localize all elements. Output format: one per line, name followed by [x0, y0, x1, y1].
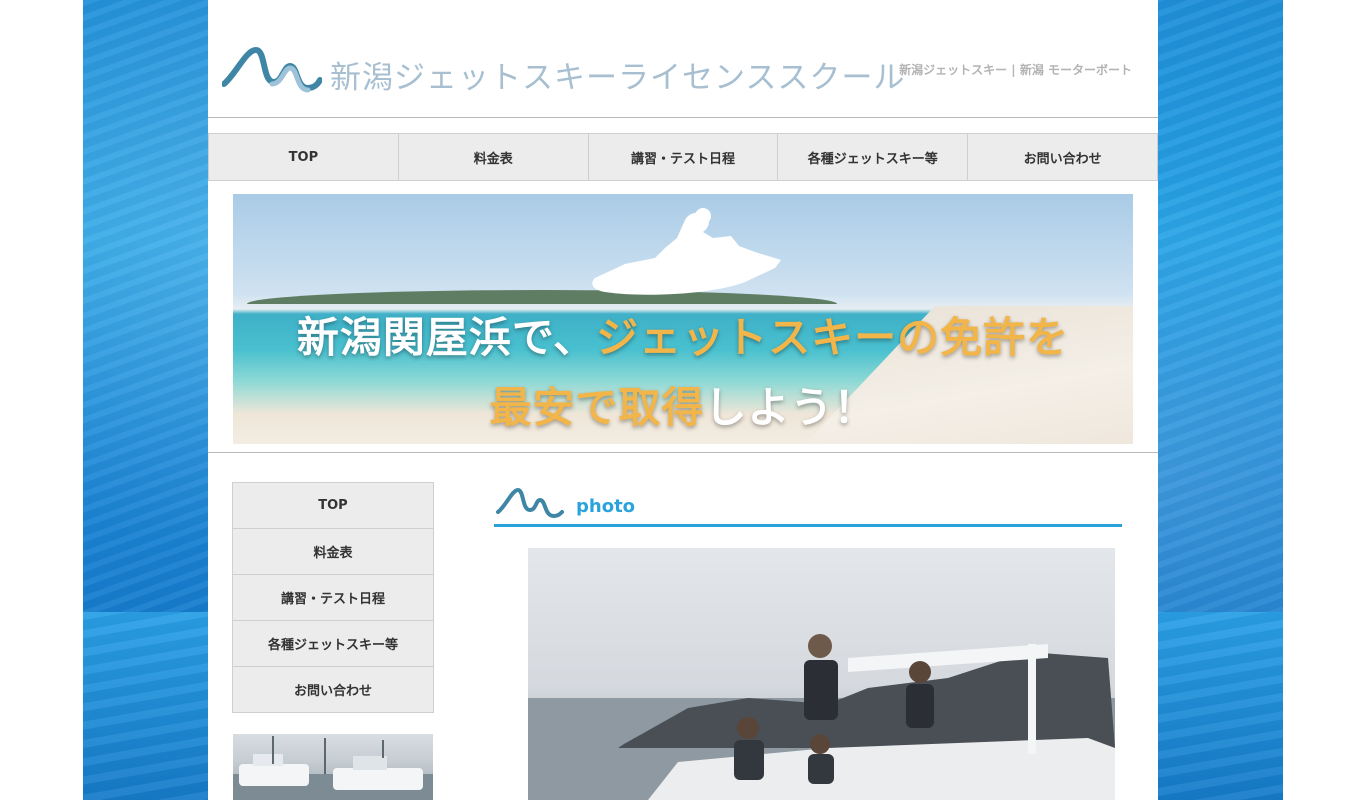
page-container: 新潟ジェットスキーライセンススクール 新潟ジェットスキー | 新潟 モーターボー… [208, 0, 1158, 800]
top-nav-pricing[interactable]: 料金表 [399, 134, 589, 180]
side-nav-jetskis[interactable]: 各種ジェットスキー等 [233, 621, 433, 667]
sidebar-marina-photo[interactable] [233, 734, 433, 800]
hero-divider [208, 452, 1158, 453]
top-nav-jetskis[interactable]: 各種ジェットスキー等 [778, 134, 969, 180]
jetski-silhouette-icon [592, 208, 781, 295]
side-navigation: TOP 料金表 講習・テスト日程 各種ジェットスキー等 お問い合わせ [232, 482, 434, 713]
side-nav-contact[interactable]: お問い合わせ [233, 667, 433, 712]
hero-headline-call-to-action: しよう！ [704, 383, 877, 432]
logo-wave-icon[interactable] [222, 44, 322, 96]
top-navigation: TOP 料金表 講習・テスト日程 各種ジェットスキー等 お問い合わせ [208, 133, 1158, 181]
hero-headline-cheapest: 最安で取得 [489, 383, 705, 432]
section-title: photo [576, 496, 636, 517]
top-nav-top[interactable]: TOP [209, 134, 399, 180]
side-nav-top[interactable]: TOP [233, 483, 433, 529]
hero-headline-license: ジェットスキーの免許を [596, 313, 1070, 362]
header-divider [208, 117, 1158, 118]
site-title[interactable]: 新潟ジェットスキーライセンススクール [330, 52, 905, 97]
jet-boat-photo[interactable] [528, 548, 1115, 800]
top-nav-contact[interactable]: お問い合わせ [968, 134, 1157, 180]
side-nav-schedule[interactable]: 講習・テスト日程 [233, 575, 433, 621]
hero-headline-location: 新潟関屋浜で、 [296, 313, 597, 362]
jet-boat-image [528, 634, 1115, 800]
marina-boats-image [233, 736, 433, 800]
side-nav-pricing[interactable]: 料金表 [233, 529, 433, 575]
site-tagline: 新潟ジェットスキー | 新潟 モーターボート [899, 63, 1132, 77]
photo-section-header: photo [494, 484, 1122, 527]
hero-banner: 新潟関屋浜で、ジェットスキーの免許を 最安で取得しよう！ [233, 194, 1133, 444]
section-wave-icon [496, 487, 564, 519]
hero-headline-line2: 最安で取得しよう！ [233, 374, 1133, 435]
top-nav-schedule[interactable]: 講習・テスト日程 [589, 134, 779, 180]
hero-headline-line1: 新潟関屋浜で、ジェットスキーの免許を [233, 304, 1133, 365]
